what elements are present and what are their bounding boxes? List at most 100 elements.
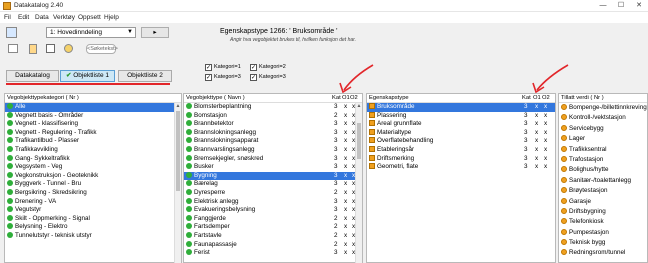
kategori-1-checkbox[interactable]: ✓ Kategori=1 xyxy=(205,64,241,71)
table-row[interactable]: Dyresperre 2 x x xyxy=(184,188,362,198)
object-type-panel-header: Vegobjekttype ( Navn ) Kat O1 O2 xyxy=(184,94,362,103)
table-row[interactable]: Driftsmerking 3 x x xyxy=(367,154,555,164)
kategori-2-checkbox[interactable]: ✓ Kategori=2 xyxy=(250,64,286,71)
list-item[interactable]: Vegkonstruksjon - Geoteknikk xyxy=(5,171,181,181)
category-list: Alle Vegnett basis - Områder Vegnett - kla… xyxy=(5,103,181,241)
list-item[interactable]: Redningsrom/tunnel xyxy=(559,248,647,258)
document-icon[interactable] xyxy=(29,44,37,54)
kat-value: 3 xyxy=(334,163,338,171)
menu-oppsett[interactable]: Oppsett xyxy=(78,14,101,21)
list-item[interactable]: Bolighus/hytte xyxy=(559,165,647,175)
select-button[interactable]: ▸ xyxy=(141,27,169,38)
list-item[interactable]: Skilt - Oppmerking - Signal xyxy=(5,214,181,224)
table-row[interactable]: Brannvarslingsanlegg 3 x x xyxy=(184,145,362,155)
category-scrollbar[interactable]: ▲ xyxy=(174,103,181,263)
search-input[interactable]: <Søketekst> xyxy=(86,44,118,54)
list-item[interactable]: Kontroll-/vektstasjon xyxy=(559,113,647,123)
list-item-label: Vegnett - Regulering - Trafikk xyxy=(15,128,97,136)
list-item[interactable]: Tunnelutstyr - teknisk utstyr xyxy=(5,231,181,241)
o2-value: x xyxy=(544,128,548,136)
list-item[interactable]: Vegnett - klassifisering xyxy=(5,120,181,129)
list-item[interactable]: Servicebygg xyxy=(559,124,647,134)
list-item[interactable]: Lager xyxy=(559,134,647,144)
table-row[interactable]: Brannbetektor 3 x x xyxy=(184,120,362,129)
tab-datakatalog[interactable]: Datakatalog xyxy=(6,70,59,82)
list-item[interactable]: Driftsbygning xyxy=(559,207,647,217)
object-type-scrollbar[interactable]: ▲ xyxy=(355,103,362,263)
green-dot-icon xyxy=(7,188,13,195)
info-icon[interactable] xyxy=(64,44,73,53)
table-row[interactable]: Areal grunnflate 3 x x xyxy=(367,120,555,129)
maximize-button[interactable]: ☐ xyxy=(612,0,630,12)
menu-data[interactable]: Data xyxy=(35,14,49,21)
list-item[interactable]: Bergsikring - Skredsikring xyxy=(5,188,181,198)
table-row[interactable]: Blomsterbeplantning 3 x x xyxy=(184,103,362,112)
scroll-up-icon[interactable]: ▲ xyxy=(175,103,181,109)
menu-edit[interactable]: Edit xyxy=(18,14,29,21)
scroll-up-icon[interactable]: ▲ xyxy=(356,103,362,109)
table-row[interactable]: Brannslokningsapparat 3 x x xyxy=(184,137,362,146)
close-button[interactable]: ✕ xyxy=(630,0,648,12)
table-row[interactable]: Geometri, flate 3 x x xyxy=(367,163,555,172)
table-row[interactable]: Bærelag 3 x x xyxy=(184,180,362,189)
list-item[interactable]: Drenering - VA xyxy=(5,197,181,207)
table-row[interactable]: Ferist 3 x x xyxy=(184,249,362,258)
table-row[interactable]: Fartstavle 2 x x xyxy=(184,231,362,241)
list-item[interactable]: Garasje xyxy=(559,197,647,207)
table-row[interactable]: Bygning 3 x x xyxy=(184,171,362,181)
kategori-3b-checkbox[interactable]: ✓ Kategori=3 xyxy=(250,74,286,81)
list-item[interactable]: Trafikantilbud - Plasser xyxy=(5,137,181,146)
list-item[interactable]: Telefonkiosk xyxy=(559,217,647,227)
tab-objektliste-1[interactable]: ✔ Objektliste 1 xyxy=(60,70,115,82)
list-item[interactable]: Vegsystem - Veg xyxy=(5,163,181,172)
list-item[interactable]: Trafikksentral xyxy=(559,145,647,155)
kat-value: 3 xyxy=(334,171,338,179)
table-row[interactable]: Bremsekjegler, snøskred 3 x x xyxy=(184,154,362,164)
table-row[interactable]: Evakueringsbelysning 3 x x xyxy=(184,206,362,215)
menu-fil[interactable]: Fil xyxy=(4,14,11,21)
table-row[interactable]: Bruksområde 3 x x xyxy=(367,103,555,112)
table-row[interactable]: Fanggjerde 2 x x xyxy=(184,214,362,224)
table-row[interactable]: Materialtype 3 x x xyxy=(367,128,555,138)
table-row[interactable]: Busker 3 x x xyxy=(184,163,362,172)
list-item[interactable]: Bompenge-/billettinnkreving xyxy=(559,103,647,113)
list-item[interactable]: Trafikkavvikling xyxy=(5,145,181,155)
scroll-thumb[interactable] xyxy=(176,111,180,191)
menu-verktoy[interactable]: Verktøy xyxy=(53,14,75,21)
list-item[interactable]: Gang- Sykkeltrafikk xyxy=(5,154,181,164)
list-item[interactable]: Byggverk - Tunnel - Bru xyxy=(5,180,181,189)
orange-dot-icon xyxy=(561,176,567,183)
list-item[interactable]: Trafostasjon xyxy=(559,155,647,165)
minimize-button[interactable]: — xyxy=(594,0,612,12)
table-row[interactable]: Elektrisk anlegg 3 x x xyxy=(184,197,362,207)
orange-dot-icon xyxy=(561,197,567,204)
list-item[interactable]: Brøytestasjon xyxy=(559,186,647,196)
list-item[interactable]: Vegnett basis - Områder xyxy=(5,111,181,121)
app-icon xyxy=(3,2,11,10)
o2-value: x xyxy=(544,120,548,128)
category-select[interactable]: 1: Hovedinndeling ▼ xyxy=(46,27,136,38)
menu-hjelp[interactable]: Hjelp xyxy=(104,14,119,21)
list-item[interactable]: Sanitær-/toalettanlegg xyxy=(559,176,647,186)
list-item[interactable]: Belysning - Elektro xyxy=(5,223,181,232)
kategori-3-checkbox[interactable]: ✓ Kategori=3 xyxy=(205,74,241,81)
list-item[interactable]: Teknisk bygg xyxy=(559,238,647,248)
green-dot-icon xyxy=(186,180,192,187)
table-row[interactable]: Plassering 3 x x xyxy=(367,111,555,121)
list-item[interactable]: Pumpestasjon xyxy=(559,228,647,238)
list-icon[interactable] xyxy=(46,44,55,53)
kat-value: 3 xyxy=(524,103,528,110)
table-row[interactable]: Brannslokningsanlegg 3 x x xyxy=(184,128,362,138)
table-row[interactable]: Faunapassasje 2 x x xyxy=(184,240,362,250)
table-row[interactable]: Bomstasjon 2 x x xyxy=(184,111,362,121)
list-item[interactable]: Alle xyxy=(5,103,181,112)
table-row[interactable]: Fartsdemper 2 x x xyxy=(184,223,362,232)
list-item[interactable]: Vegutstyr xyxy=(5,206,181,215)
tab-objektliste-2[interactable]: Objektliste 2 xyxy=(118,70,172,82)
scroll-thumb[interactable] xyxy=(357,123,361,159)
object-type-name: Bomstasjon xyxy=(194,111,227,119)
print-icon[interactable] xyxy=(8,44,18,53)
table-row[interactable]: Overflatebehandling 3 x x xyxy=(367,137,555,146)
table-row[interactable]: Etableringsår 3 x x xyxy=(367,145,555,155)
list-item[interactable]: Vegnett - Regulering - Trafikk xyxy=(5,128,181,138)
